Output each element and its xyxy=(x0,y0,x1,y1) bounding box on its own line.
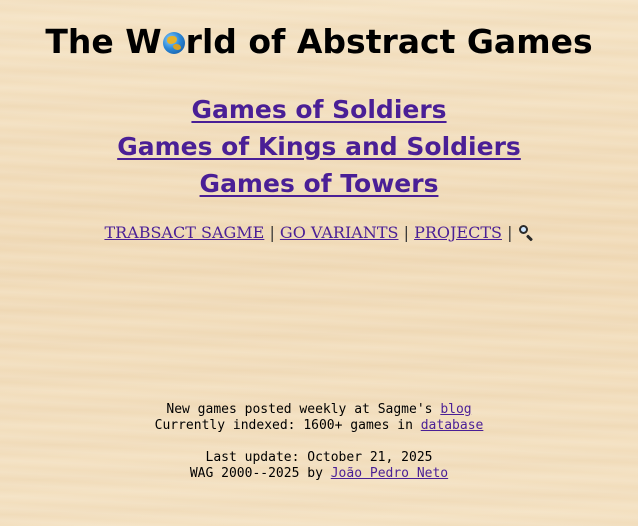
page-title: The W rld of Abstract Games xyxy=(0,22,638,62)
footer-line-credits: WAG 2000--2025 by João Pedro Neto xyxy=(0,466,638,482)
search-icon[interactable] xyxy=(518,224,534,242)
footer-line-blog: New games posted weekly at Sagme's blog xyxy=(0,402,638,418)
secondary-nav: TRABSACT SAGME | GO VARIANTS | PROJECTS … xyxy=(0,222,638,244)
page-title-part-2: rld of Abstract Games xyxy=(185,22,593,61)
nav-separator: | xyxy=(507,223,513,242)
database-link[interactable]: database xyxy=(421,418,484,433)
trabsact-sagme-link[interactable]: TRABSACT SAGME xyxy=(104,223,264,242)
games-of-towers-link[interactable]: Games of Towers xyxy=(0,165,638,202)
blog-link[interactable]: blog xyxy=(440,402,471,417)
author-link[interactable]: João Pedro Neto xyxy=(331,466,448,481)
games-of-kings-and-soldiers-link[interactable]: Games of Kings and Soldiers xyxy=(0,128,638,165)
games-menu: Games of Soldiers Games of Kings and Sol… xyxy=(0,91,638,202)
footer-line-database: Currently indexed: 1600+ games in databa… xyxy=(0,418,638,434)
footer: New games posted weekly at Sagme's blog … xyxy=(0,402,638,482)
search-icon-handle xyxy=(525,234,533,242)
go-variants-link[interactable]: GO VARIANTS xyxy=(280,223,399,242)
footer-credits-text: WAG 2000--2025 by xyxy=(189,466,331,481)
games-of-soldiers-link[interactable]: Games of Soldiers xyxy=(0,91,638,128)
footer-database-text: Currently indexed: 1600+ games in xyxy=(154,418,421,433)
nav-separator: | xyxy=(269,223,275,242)
globe-icon xyxy=(162,32,185,54)
nav-separator: | xyxy=(403,223,409,242)
search-icon-lens xyxy=(518,225,528,234)
footer-blog-text: New games posted weekly at Sagme's xyxy=(166,402,441,417)
page-title-part-1: The W xyxy=(45,22,162,61)
projects-link[interactable]: PROJECTS xyxy=(414,223,502,242)
last-update: Last update: October 21, 2025 xyxy=(205,450,433,465)
footer-spacer xyxy=(0,434,638,450)
